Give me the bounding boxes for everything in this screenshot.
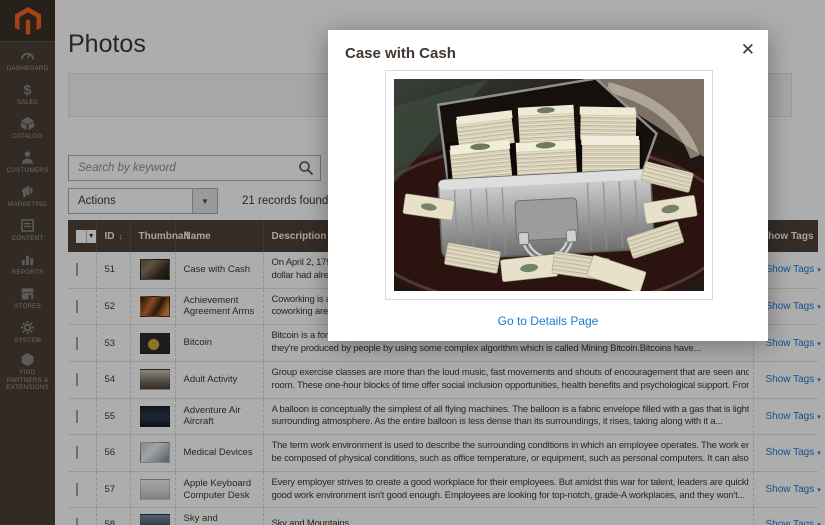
close-icon[interactable]: ✕ xyxy=(741,41,755,58)
case-with-cash-illustration xyxy=(394,79,704,291)
case-with-cash-photo xyxy=(385,70,713,300)
modal-title: Case with Cash xyxy=(345,45,456,62)
go-to-details-link[interactable]: Go to Details Page xyxy=(328,314,768,328)
photo-preview-modal: Case with Cash ✕ Go to Details Page xyxy=(328,30,768,341)
